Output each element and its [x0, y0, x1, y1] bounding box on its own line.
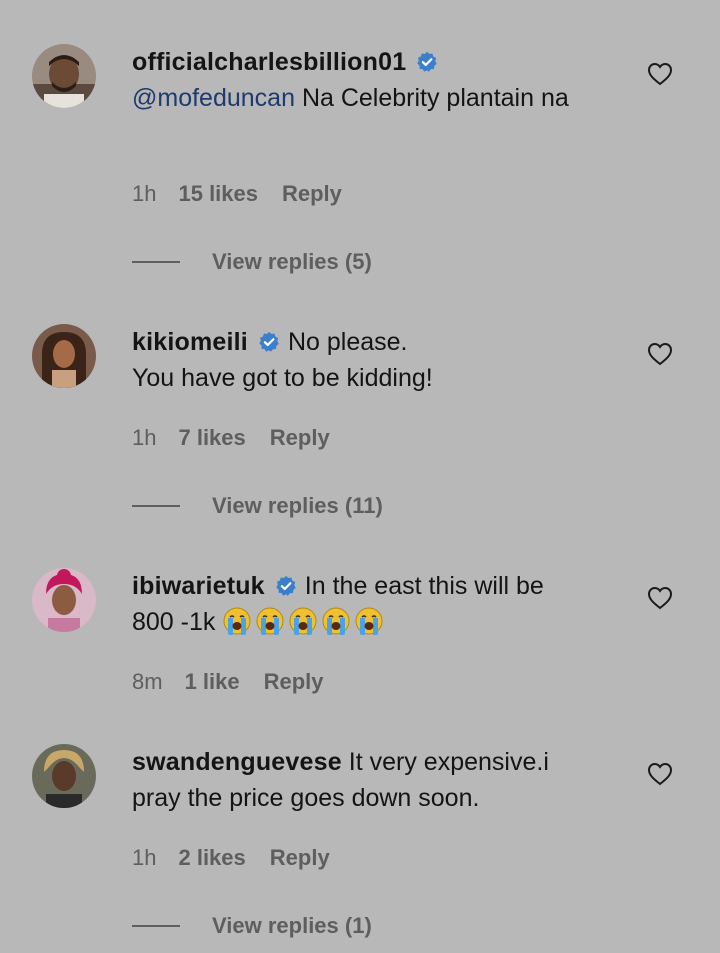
comment-meta: 8m 1 like Reply: [132, 669, 324, 695]
comment-meta: 1h 7 likes Reply: [132, 425, 330, 451]
verified-badge-icon: [258, 331, 280, 353]
comment-body: officialcharlesbillion01 @mofeduncan Na …: [132, 44, 602, 116]
heart-outline-icon[interactable]: [647, 342, 673, 366]
username[interactable]: ibiwarietuk: [132, 572, 265, 600]
likes-count[interactable]: 1 like: [185, 669, 240, 694]
divider-line: [132, 505, 180, 508]
emoji-row: [222, 606, 387, 636]
reply-button[interactable]: Reply: [282, 181, 342, 206]
comment-time: 1h: [132, 181, 157, 206]
likes-count[interactable]: 2 likes: [178, 845, 245, 870]
avatar[interactable]: [32, 568, 96, 632]
heart-outline-icon[interactable]: [647, 62, 673, 86]
comment-body: kikiomeili No please. You have got to be …: [132, 324, 602, 396]
comment-text: No please.: [287, 328, 408, 356]
likes-count[interactable]: 7 likes: [178, 425, 245, 450]
divider-line: [132, 925, 180, 928]
heart-outline-icon[interactable]: [647, 762, 673, 786]
likes-count[interactable]: 15 likes: [178, 181, 258, 206]
username[interactable]: officialcharlesbillion01: [132, 48, 406, 76]
reply-button[interactable]: Reply: [270, 425, 330, 450]
comment-text: You have got to be kidding!: [132, 364, 433, 392]
loudly-crying-face-icon: [354, 606, 384, 636]
loudly-crying-face-icon: [255, 606, 285, 636]
comment-time: 1h: [132, 425, 157, 450]
comment-body: ibiwarietuk In the east this will be 800 …: [132, 568, 602, 640]
avatar[interactable]: [32, 744, 96, 808]
comment-text: Na Celebrity plantain na: [301, 84, 569, 112]
username[interactable]: kikiomeili: [132, 328, 248, 356]
avatar[interactable]: [32, 324, 96, 388]
view-replies-label: View replies (1): [212, 913, 372, 939]
comment-time: 8m: [132, 669, 163, 694]
reply-button[interactable]: Reply: [264, 669, 324, 694]
username[interactable]: swandenguevese: [132, 748, 342, 776]
reply-button[interactable]: Reply: [270, 845, 330, 870]
mention-link[interactable]: @mofeduncan: [132, 84, 295, 112]
comment-text: In the east this will be: [304, 572, 544, 600]
view-replies-button[interactable]: View replies (5): [132, 248, 372, 275]
heart-outline-icon[interactable]: [647, 586, 673, 610]
verified-badge-icon: [275, 575, 297, 597]
comment-meta: 1h 15 likes Reply: [132, 181, 342, 207]
loudly-crying-face-icon: [321, 606, 351, 636]
comment-time: 1h: [132, 845, 157, 870]
avatar[interactable]: [32, 44, 96, 108]
divider-line: [132, 261, 180, 264]
comment-body: swandenguevese It very expensive.i pray …: [132, 744, 602, 816]
comment-text: 800 -1k: [132, 608, 216, 636]
view-replies-button[interactable]: View replies (11): [132, 492, 383, 519]
loudly-crying-face-icon: [288, 606, 318, 636]
view-replies-button[interactable]: View replies (1): [132, 912, 372, 939]
view-replies-label: View replies (5): [212, 249, 372, 275]
verified-badge-icon: [416, 51, 438, 73]
comment-meta: 1h 2 likes Reply: [132, 845, 330, 871]
view-replies-label: View replies (11): [212, 493, 383, 519]
loudly-crying-face-icon: [222, 606, 252, 636]
